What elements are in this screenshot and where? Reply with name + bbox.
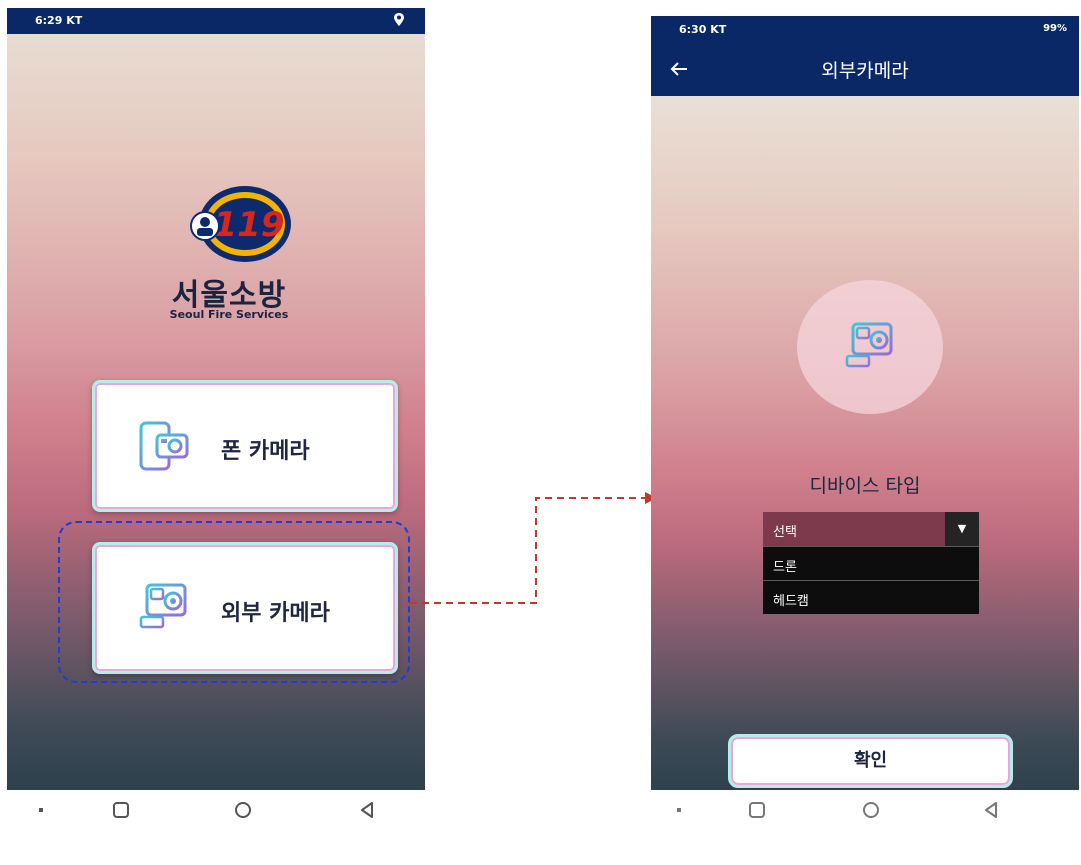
dropdown-selected-label: 선택	[773, 525, 797, 540]
home-icon[interactable]	[233, 800, 253, 820]
home-icon[interactable]	[861, 800, 881, 820]
navigation-bar	[7, 790, 425, 828]
seoul-fire-logo: 119	[190, 186, 291, 262]
phone-camera-label: 폰 카메라	[221, 439, 310, 464]
status-bar: 6:29 KT	[7, 8, 425, 34]
background-gradient	[651, 96, 1079, 828]
brand-subtitle: Seoul Fire Services	[169, 308, 289, 321]
dropdown-option-label: 드론	[773, 560, 797, 575]
back-icon[interactable]	[357, 800, 377, 820]
dropdown-arrow-icon[interactable]: ▼	[945, 512, 979, 546]
dropdown-option-headcam[interactable]: 헤드캠	[763, 580, 979, 614]
dot-icon	[677, 808, 681, 812]
location-icon	[394, 13, 404, 26]
dot-icon	[39, 808, 43, 812]
phone-camera-icon	[139, 421, 189, 471]
back-icon[interactable]	[981, 800, 1001, 820]
confirm-button[interactable]: 확인	[728, 734, 1013, 788]
dropdown-option-label: 헤드캠	[773, 594, 809, 609]
main-screen: 6:29 KT 119 서울소방 Seoul Fire Services 폰 카…	[7, 8, 425, 828]
external-camera-screen: 6:30 KT 99% 외부카메라 디바이스 타입 선택 ▼ 드론 헤드캠 확인	[651, 16, 1079, 828]
logo-badge-text: 119	[214, 205, 285, 245]
screen-title: 외부카메라	[821, 60, 909, 82]
dropdown-option-drone[interactable]: 드론	[763, 546, 979, 580]
status-time: 6:30 KT	[679, 23, 727, 36]
app-bar: 6:30 KT 99% 외부카메라	[651, 16, 1079, 96]
action-camera-icon	[845, 322, 893, 374]
selection-highlight	[58, 521, 410, 683]
dropdown-selected[interactable]: 선택 ▼	[763, 512, 979, 546]
recent-apps-icon[interactable]	[747, 800, 767, 820]
device-type-dropdown[interactable]: 선택 ▼ 드론 헤드캠	[763, 512, 979, 614]
recent-apps-icon[interactable]	[111, 800, 131, 820]
phone-camera-button[interactable]: 폰 카메라	[92, 380, 398, 512]
status-time: 6:29 KT	[35, 14, 83, 27]
navigation-bar	[651, 790, 1079, 828]
battery-status: 99%	[1043, 23, 1067, 34]
device-type-label: 디바이스 타입	[809, 475, 921, 497]
device-icon-circle	[797, 280, 943, 414]
